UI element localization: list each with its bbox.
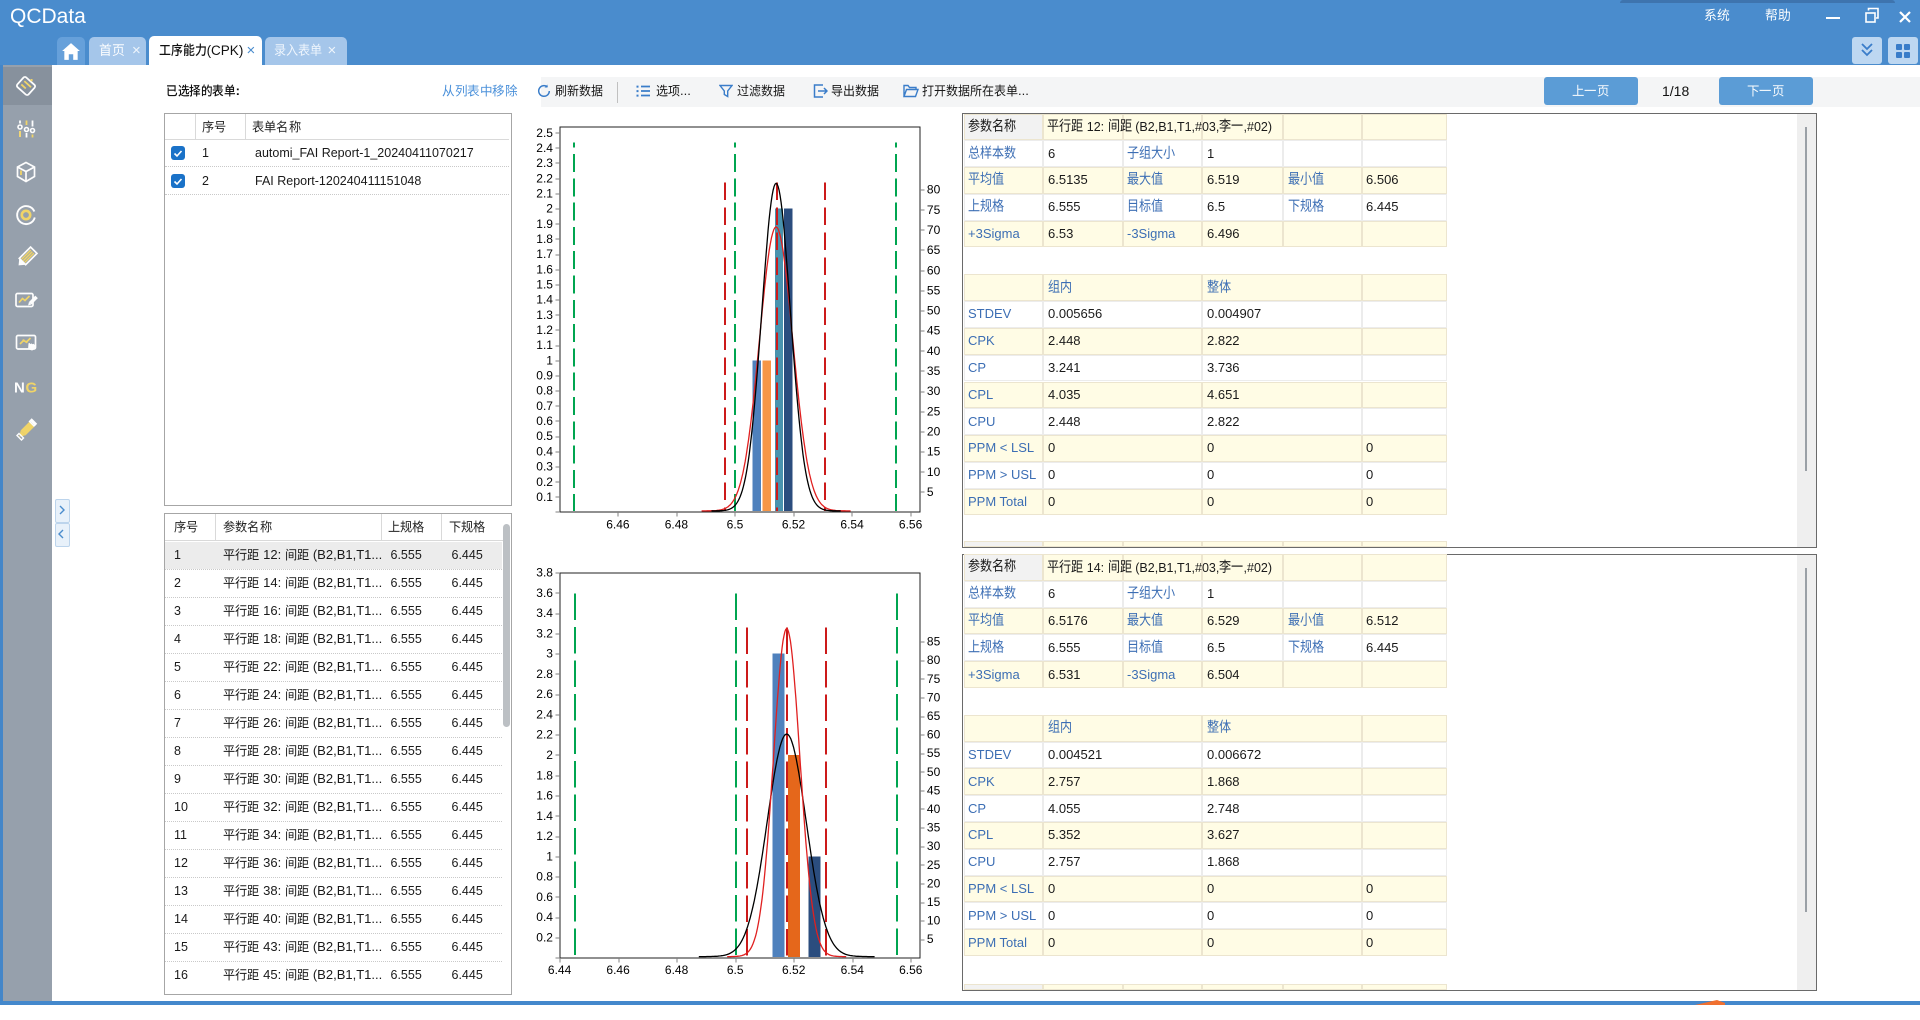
svg-text:6.56: 6.56 [899, 518, 923, 532]
svg-text:1.1: 1.1 [537, 338, 554, 352]
svg-text:6.54: 6.54 [841, 518, 865, 532]
svg-text:25: 25 [927, 405, 941, 419]
svg-text:60: 60 [927, 264, 941, 278]
svg-text:0.4: 0.4 [537, 445, 554, 459]
svg-text:45: 45 [927, 783, 941, 797]
svg-text:55: 55 [927, 284, 941, 298]
svg-text:1.6: 1.6 [537, 263, 554, 277]
svg-text:0.4: 0.4 [537, 910, 554, 924]
svg-text:10: 10 [927, 913, 941, 927]
svg-text:0.2: 0.2 [537, 930, 554, 944]
svg-text:2.1: 2.1 [537, 187, 554, 201]
svg-text:6.56: 6.56 [900, 962, 924, 976]
svg-text:2.2: 2.2 [537, 727, 554, 741]
svg-text:10: 10 [927, 465, 941, 479]
svg-text:30: 30 [927, 384, 941, 398]
svg-text:1.8: 1.8 [537, 232, 554, 246]
svg-text:1.7: 1.7 [537, 247, 554, 261]
svg-text:2.8: 2.8 [537, 666, 554, 680]
svg-text:1.9: 1.9 [537, 217, 554, 231]
svg-text:5: 5 [927, 932, 934, 946]
svg-text:80: 80 [927, 653, 941, 667]
svg-text:85: 85 [927, 634, 941, 648]
svg-text:1: 1 [547, 849, 554, 863]
svg-text:0.8: 0.8 [537, 869, 554, 883]
svg-text:0.9: 0.9 [537, 369, 554, 383]
svg-text:0.3: 0.3 [537, 460, 554, 474]
svg-text:6.48: 6.48 [665, 962, 689, 976]
svg-text:50: 50 [927, 764, 941, 778]
svg-text:45: 45 [927, 324, 941, 338]
svg-text:5: 5 [927, 485, 934, 499]
svg-text:6.52: 6.52 [782, 518, 806, 532]
svg-text:55: 55 [927, 746, 941, 760]
svg-text:6.52: 6.52 [782, 962, 806, 976]
svg-text:1.5: 1.5 [537, 278, 554, 292]
svg-text:3.2: 3.2 [537, 626, 554, 640]
svg-text:6.5: 6.5 [727, 518, 744, 532]
svg-text:6.44: 6.44 [548, 962, 572, 976]
svg-text:65: 65 [927, 243, 941, 257]
svg-text:15: 15 [927, 895, 941, 909]
svg-text:50: 50 [927, 304, 941, 318]
svg-text:2.6: 2.6 [537, 687, 554, 701]
svg-text:1.6: 1.6 [537, 788, 554, 802]
svg-text:6.48: 6.48 [665, 518, 689, 532]
svg-text:30: 30 [927, 839, 941, 853]
svg-text:2: 2 [547, 748, 554, 762]
svg-text:0.6: 0.6 [537, 890, 554, 904]
svg-text:20: 20 [927, 425, 941, 439]
svg-text:1: 1 [547, 354, 554, 368]
svg-text:N: N [14, 380, 25, 397]
svg-text:3.6: 3.6 [537, 585, 554, 599]
svg-text:6.54: 6.54 [841, 962, 865, 976]
svg-text:2.3: 2.3 [537, 156, 554, 170]
svg-text:0.1: 0.1 [537, 490, 554, 504]
svg-text:2.5: 2.5 [537, 126, 554, 140]
svg-text:0.2: 0.2 [537, 475, 554, 489]
svg-text:2: 2 [547, 202, 554, 216]
svg-text:0.8: 0.8 [537, 384, 554, 398]
svg-text:G: G [26, 380, 38, 397]
svg-text:20: 20 [927, 876, 941, 890]
svg-text:1.2: 1.2 [537, 323, 554, 337]
svg-text:0.5: 0.5 [537, 429, 554, 443]
svg-text:15: 15 [927, 445, 941, 459]
svg-text:2.4: 2.4 [537, 707, 554, 721]
svg-text:6.46: 6.46 [607, 962, 631, 976]
svg-text:6.5: 6.5 [727, 962, 744, 976]
svg-text:1.4: 1.4 [537, 808, 554, 822]
svg-text:3.8: 3.8 [537, 565, 554, 579]
svg-text:1.3: 1.3 [537, 308, 554, 322]
svg-text:70: 70 [927, 690, 941, 704]
svg-text:80: 80 [927, 183, 941, 197]
svg-text:1.2: 1.2 [537, 829, 554, 843]
svg-text:75: 75 [927, 671, 941, 685]
svg-text:40: 40 [927, 802, 941, 816]
svg-text:25: 25 [927, 857, 941, 871]
svg-text:70: 70 [927, 223, 941, 237]
svg-text:35: 35 [927, 820, 941, 834]
svg-text:3: 3 [547, 646, 554, 660]
svg-text:1.4: 1.4 [537, 293, 554, 307]
svg-text:35: 35 [927, 364, 941, 378]
svg-text:65: 65 [927, 709, 941, 723]
svg-text:1.8: 1.8 [537, 768, 554, 782]
svg-text:6.46: 6.46 [607, 518, 631, 532]
svg-text:3.4: 3.4 [537, 606, 554, 620]
svg-text:0.6: 0.6 [537, 414, 554, 428]
svg-text:60: 60 [927, 727, 941, 741]
svg-text:2.4: 2.4 [537, 141, 554, 155]
svg-text:40: 40 [927, 344, 941, 358]
svg-text:2.2: 2.2 [537, 172, 554, 186]
svg-text:75: 75 [927, 203, 941, 217]
svg-text:0.7: 0.7 [537, 399, 554, 413]
